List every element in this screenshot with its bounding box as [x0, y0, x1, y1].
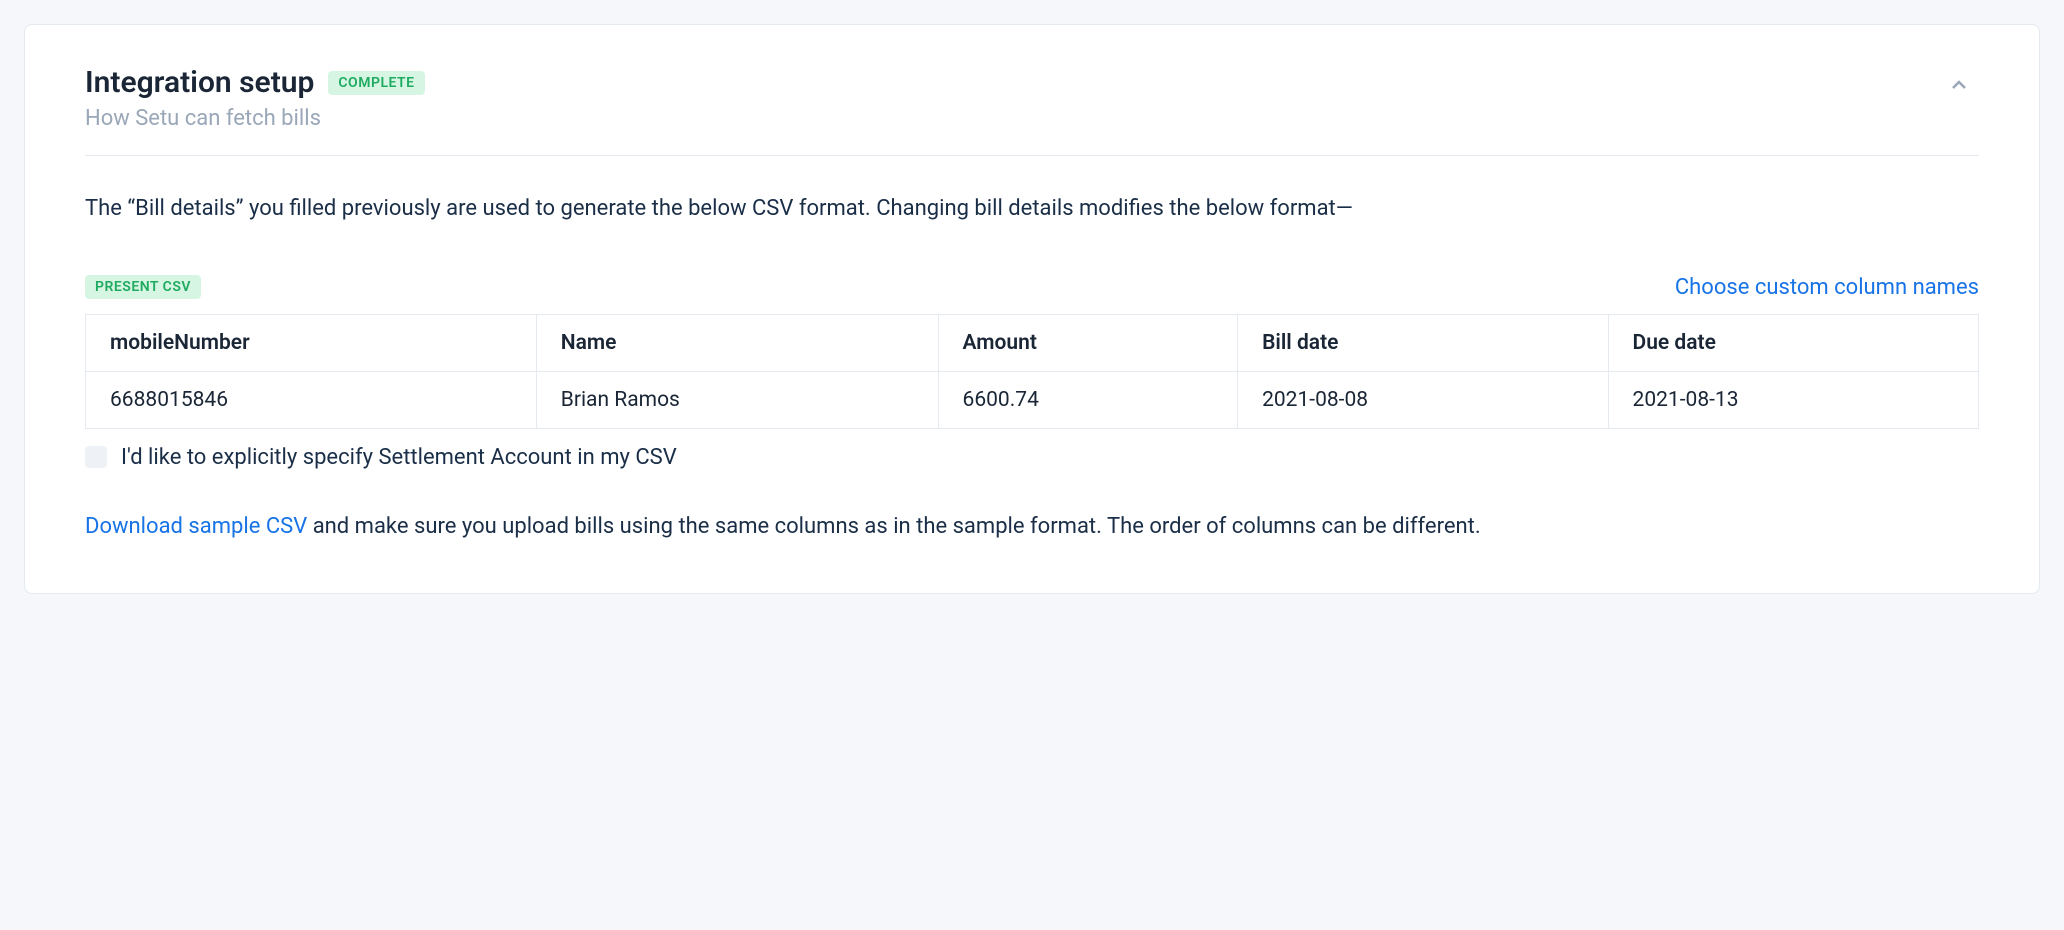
download-sample-csv-link[interactable]: Download sample CSV: [85, 514, 307, 539]
settlement-checkbox-label[interactable]: I'd like to explicitly specify Settlemen…: [121, 445, 677, 470]
status-badge: COMPLETE: [328, 71, 424, 95]
cell-mobilenumber: 6688015846: [86, 371, 537, 428]
cell-duedate: 2021-08-13: [1608, 371, 1978, 428]
table-header-row: mobileNumber Name Amount Bill date Due d…: [86, 314, 1979, 371]
csv-description: The “Bill details” you filled previously…: [85, 194, 1979, 225]
download-rest-text: and make sure you upload bills using the…: [307, 514, 1480, 539]
page-subtitle: How Setu can fetch bills: [85, 106, 425, 131]
download-instructions: Download sample CSV and make sure you up…: [85, 510, 1979, 543]
col-billdate: Bill date: [1238, 314, 1608, 371]
table-row: 6688015846 Brian Ramos 6600.74 2021-08-0…: [86, 371, 1979, 428]
col-duedate: Due date: [1608, 314, 1978, 371]
csv-preview-table: mobileNumber Name Amount Bill date Due d…: [85, 314, 1979, 429]
cell-name: Brian Ramos: [536, 371, 938, 428]
collapse-button[interactable]: [1939, 65, 1979, 105]
present-csv-badge: PRESENT CSV: [85, 275, 201, 299]
header-left: Integration setup COMPLETE How Setu can …: [85, 65, 425, 131]
page-title: Integration setup: [85, 65, 314, 100]
col-amount: Amount: [938, 314, 1238, 371]
title-row: Integration setup COMPLETE: [85, 65, 425, 100]
chevron-up-icon: [1947, 73, 1971, 97]
card-header: Integration setup COMPLETE How Setu can …: [85, 65, 1979, 131]
col-name: Name: [536, 314, 938, 371]
cell-billdate: 2021-08-08: [1238, 371, 1608, 428]
csv-header-row: PRESENT CSV Choose custom column names: [85, 275, 1979, 300]
settlement-checkbox[interactable]: [85, 446, 107, 468]
integration-setup-card: Integration setup COMPLETE How Setu can …: [24, 24, 2040, 594]
header-divider: [85, 155, 1979, 156]
cell-amount: 6600.74: [938, 371, 1238, 428]
col-mobilenumber: mobileNumber: [86, 314, 537, 371]
settlement-checkbox-row: I'd like to explicitly specify Settlemen…: [85, 445, 1979, 470]
choose-custom-columns-link[interactable]: Choose custom column names: [1675, 275, 1979, 300]
